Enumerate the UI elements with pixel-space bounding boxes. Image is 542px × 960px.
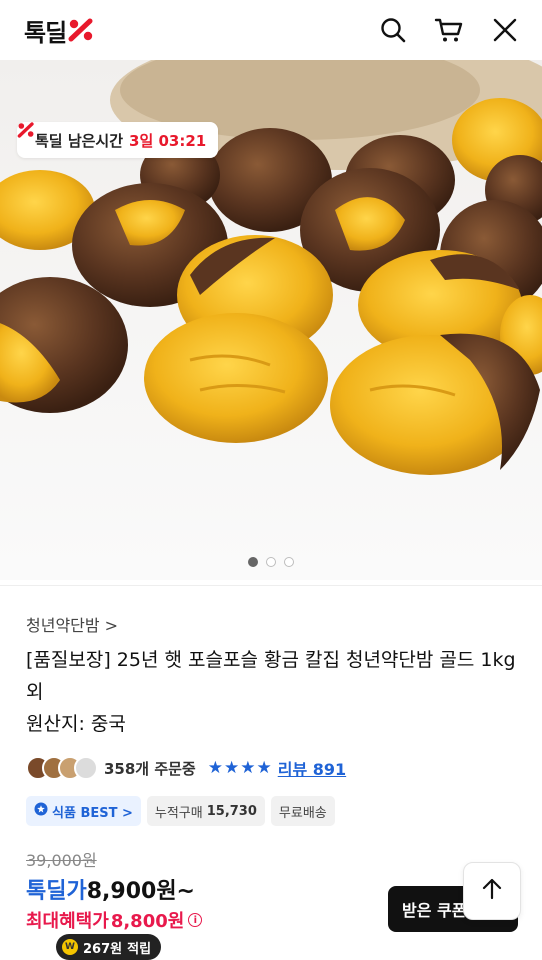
best-badge-icon	[34, 802, 48, 820]
store-link[interactable]: 청년약단밤 >	[26, 612, 118, 636]
points-value: 267원	[83, 941, 123, 957]
search-icon[interactable]	[378, 15, 408, 45]
review-link[interactable]: 리뷰 891	[278, 756, 346, 780]
coupon-button-label: 받은 쿠폰	[402, 901, 467, 920]
food-best-chip[interactable]: 식품 BEST >	[26, 796, 141, 826]
star-icon: ★	[207, 758, 223, 778]
cart-icon[interactable]	[434, 15, 464, 45]
product-origin: 원산지: 중국	[26, 713, 126, 735]
product-image[interactable]: 톡딜 남은시간 3일 03:21	[0, 60, 542, 580]
deal-price: 톡딜가 8,900원~	[26, 873, 195, 905]
cumulative-label: 누적구매	[154, 805, 203, 821]
free-shipping-chip: 무료배송	[270, 796, 335, 826]
carousel-dot-3[interactable]	[284, 557, 294, 567]
max-price-label: 최대혜택가	[26, 911, 109, 932]
info-icon[interactable]: i	[188, 913, 203, 927]
shipping-label: 무료배송	[278, 805, 327, 821]
deal-price-value: 8,900원~	[86, 879, 195, 904]
buyer-avatars	[26, 756, 98, 780]
order-count: 358개 주문중	[104, 759, 196, 778]
cumulative-value: 15,730	[206, 803, 257, 819]
timer-label: 톡딜 남은시간	[35, 131, 124, 150]
rating-stars: ★ ★ ★ ★	[208, 758, 272, 778]
won-coin-icon: W	[62, 939, 78, 955]
points-badge: W 267원 적립	[56, 934, 162, 960]
stats-row: 358개 주문중 ★ ★ ★ ★ 리뷰 891	[26, 754, 346, 782]
cumulative-purchase-chip: 누적구매 15,730	[146, 796, 265, 826]
logo[interactable]: 톡딜	[24, 13, 94, 48]
deal-timer-badge: 톡딜 남은시간 3일 03:21	[17, 122, 219, 158]
divider	[0, 585, 542, 586]
best-chip-label: 식품 BEST >	[52, 805, 133, 821]
arrow-up-icon	[479, 876, 505, 906]
original-price: 39,000원	[26, 851, 97, 870]
product-chips: 식품 BEST > 누적구매 15,730 무료배송	[26, 796, 335, 826]
timer-time: 3일 03:21	[129, 131, 207, 150]
carousel-dot-1[interactable]	[248, 557, 258, 567]
store-name: 청년약단밤 >	[26, 616, 119, 635]
star-icon: ★	[223, 758, 240, 778]
star-icon: ★	[240, 758, 256, 778]
star-icon: ★	[256, 758, 272, 778]
points-suffix: 적립	[127, 941, 152, 957]
deal-price-label: 톡딜가	[26, 879, 87, 904]
header: 톡딜	[0, 0, 542, 60]
logo-percent-icon	[68, 18, 94, 42]
carousel-dots	[0, 557, 542, 567]
max-benefit-price[interactable]: 최대혜택가 8,800원 i	[26, 907, 203, 933]
carousel-dot-2[interactable]	[266, 557, 276, 567]
scroll-to-top-button[interactable]	[463, 862, 521, 920]
max-price-value: 8,800원	[110, 911, 185, 932]
logo-text: 톡딜	[24, 18, 67, 47]
product-title: [품질보장] 25년 햇 포슬포슬 황금 칼집 청년약단밤 골드 1kg 외	[26, 649, 516, 703]
avatar	[74, 756, 98, 780]
close-icon[interactable]	[490, 15, 520, 45]
